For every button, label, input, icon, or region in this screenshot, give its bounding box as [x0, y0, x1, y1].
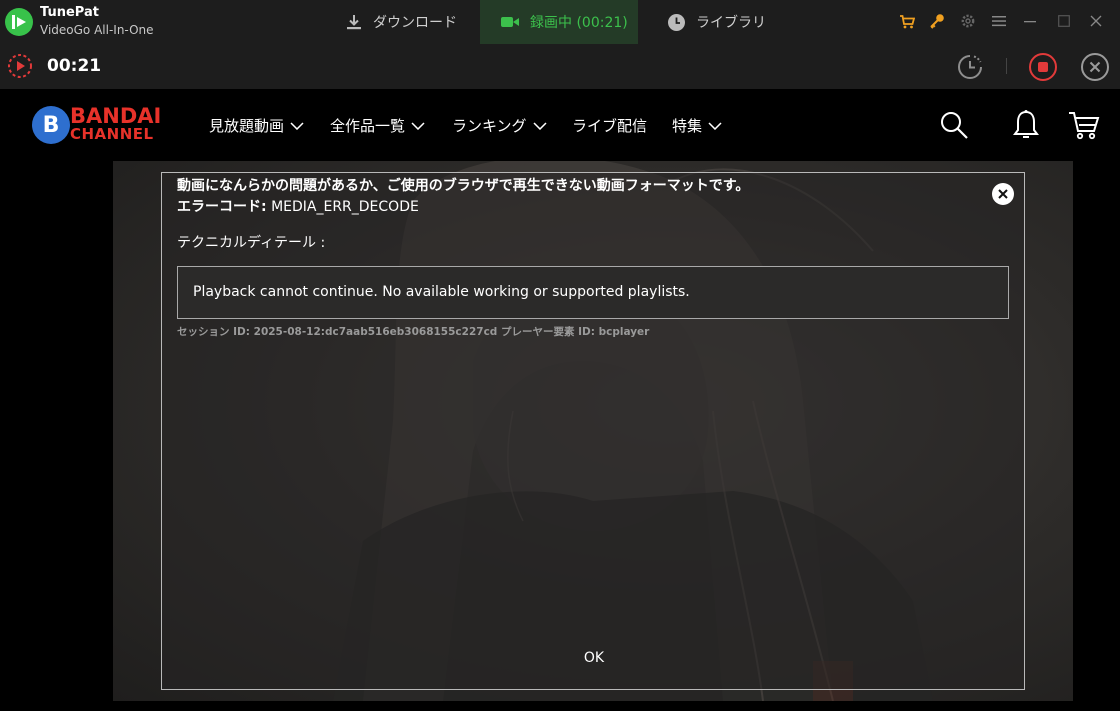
key-icon[interactable]	[928, 12, 946, 30]
recording-timer: 00:21	[47, 56, 102, 76]
close-icon[interactable]	[1087, 12, 1105, 30]
site-header: B BANDAI CHANNEL 見放題動画 全作品一覧 ランキング ライブ配信…	[0, 89, 1120, 161]
ok-button[interactable]: OK	[572, 647, 616, 669]
tab-library[interactable]: ライブラリ	[667, 0, 766, 44]
cart-icon[interactable]	[1067, 108, 1101, 142]
nav-item-label: 特集	[672, 117, 703, 135]
maximize-icon[interactable]	[1055, 12, 1073, 30]
app-name: TunePat	[40, 5, 99, 20]
technical-details-box: Playback cannot continue. No available w…	[177, 266, 1009, 319]
error-dialog: 動画になんらかの問題があるか、ご使用のブラウザで再生できない動画フォーマットです…	[161, 172, 1025, 690]
tab-download-label: ダウンロード	[373, 15, 457, 31]
clock-icon	[667, 13, 686, 32]
control-divider	[1006, 58, 1007, 74]
tab-recording-label: 録画中 (00:21)	[530, 15, 628, 31]
chevron-down-icon	[533, 121, 547, 130]
error-code-label: エラーコード:	[177, 199, 267, 215]
app-titlebar: TunePat VideoGo All-In-One ダウンロード 録画中 (0…	[0, 0, 1120, 44]
error-code-value: MEDIA_ERR_DECODE	[271, 199, 419, 215]
tab-library-label: ライブラリ	[696, 15, 766, 31]
stop-record-icon[interactable]	[1028, 52, 1058, 82]
tunepat-logo-icon	[5, 8, 33, 36]
close-error-button[interactable]	[992, 183, 1014, 205]
recording-bar: 00:21	[0, 44, 1120, 89]
error-code-line: エラーコード: MEDIA_ERR_DECODE	[177, 196, 419, 216]
app-subtitle: VideoGo All-In-One	[40, 23, 154, 37]
brand-text-bottom: CHANNEL	[70, 125, 154, 143]
nav-item-label: 全作品一覧	[330, 117, 406, 135]
nav-item-label: ライブ配信	[572, 117, 648, 135]
bell-icon[interactable]	[1009, 108, 1043, 142]
nav-item-label: ランキング	[452, 117, 527, 135]
nav-item-all-titles[interactable]: 全作品一覧	[330, 115, 425, 136]
gear-icon[interactable]	[959, 12, 977, 30]
chevron-down-icon	[411, 121, 425, 130]
menu-icon[interactable]	[990, 12, 1008, 30]
chevron-down-icon	[708, 121, 722, 130]
video-camera-icon	[500, 14, 520, 30]
bandai-channel-logo[interactable]: B BANDAI CHANNEL	[32, 104, 162, 146]
nav-item-label: 見放題動画	[209, 117, 285, 135]
tab-recording[interactable]: 録画中 (00:21)	[480, 0, 638, 44]
nav-item-ranking[interactable]: ランキング	[452, 115, 547, 136]
technical-details-text: Playback cannot continue. No available w…	[193, 284, 690, 300]
session-info: セッション ID: 2025-08-12:dc7aab516eb3068155c…	[177, 326, 650, 338]
schedule-timer-icon[interactable]	[955, 52, 985, 82]
nav-item-features[interactable]: 特集	[672, 115, 722, 136]
nav-item-unlimited-videos[interactable]: 見放題動画	[209, 115, 304, 136]
minimize-icon[interactable]	[1021, 12, 1039, 30]
record-indicator-icon	[7, 53, 33, 83]
download-icon	[345, 13, 363, 31]
close-icon	[998, 189, 1008, 199]
chevron-down-icon	[290, 121, 304, 130]
nav-item-live[interactable]: ライブ配信	[572, 115, 647, 136]
close-circle-icon[interactable]	[1080, 52, 1110, 82]
error-message: 動画になんらかの問題があるか、ご使用のブラウザで再生できない動画フォーマットです…	[177, 178, 750, 194]
search-icon[interactable]	[937, 108, 971, 142]
technical-details-label: テクニカルディテール :	[177, 235, 326, 251]
brand-badge: B	[32, 106, 70, 144]
cart-icon[interactable]	[898, 12, 916, 30]
tab-download[interactable]: ダウンロード	[345, 0, 457, 44]
